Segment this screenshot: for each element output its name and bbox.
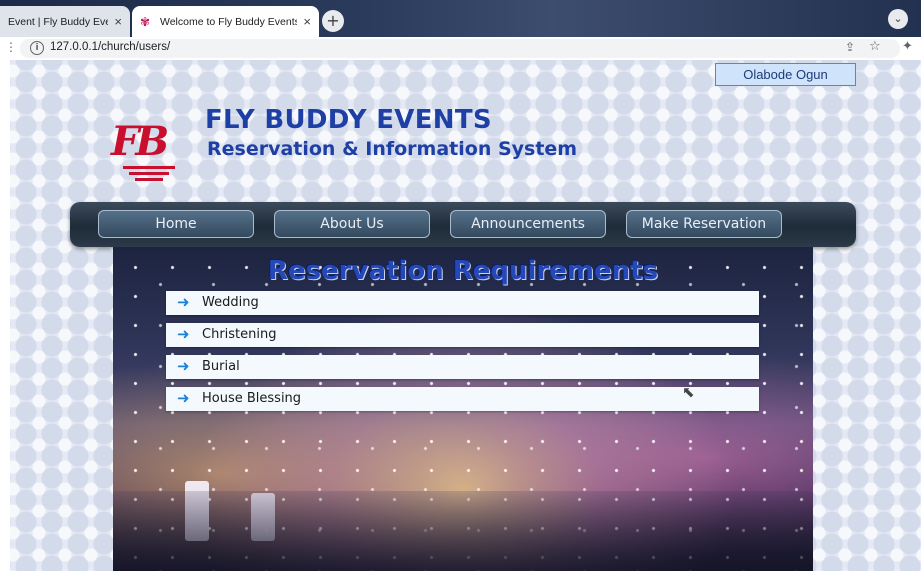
extensions-icon[interactable]: ✦ xyxy=(902,39,913,54)
menu-dots-icon[interactable]: ⋮ xyxy=(5,40,17,54)
site-title: FLY BUDDY EVENTS xyxy=(205,105,492,135)
requirement-item-wedding[interactable]: ➜ Wedding xyxy=(166,291,759,315)
content-title: Reservation Requirements xyxy=(267,256,659,286)
page-body: Olabode Ogun FB FLY BUDDY EVENTS Reserva… xyxy=(0,60,921,571)
tab-title: Welcome to Fly Buddy Events xyxy=(160,15,298,28)
user-name-box[interactable]: Olabode Ogun xyxy=(715,63,856,86)
url-text[interactable]: 127.0.0.1/church/users/ xyxy=(50,41,170,53)
share-icon[interactable]: ⇪ xyxy=(845,40,855,54)
mouse-cursor-icon: ⬉ xyxy=(682,383,695,401)
browser-tab-strip: Event | Fly Buddy Event × ✾ Welcome to F… xyxy=(0,0,921,37)
logo-stripe xyxy=(135,178,163,181)
close-icon[interactable]: × xyxy=(114,14,122,29)
requirement-item-christening[interactable]: ➜ Christening xyxy=(166,323,759,347)
nav-about-button[interactable]: About Us xyxy=(274,210,430,238)
close-icon[interactable]: × xyxy=(303,14,311,29)
main-nav: Home About Us Announcements Make Reserva… xyxy=(70,202,856,247)
nav-make-reservation-button[interactable]: Make Reservation xyxy=(626,210,782,238)
tab-title: Event | Fly Buddy Event xyxy=(8,15,109,28)
star-icon[interactable]: ☆ xyxy=(869,39,881,54)
requirement-label: House Blessing xyxy=(202,391,302,406)
logo-letters: FB xyxy=(111,118,169,165)
requirement-item-burial[interactable]: ➜ Burial xyxy=(166,355,759,379)
nav-home-button[interactable]: Home xyxy=(98,210,254,238)
requirement-label: Christening xyxy=(202,327,277,342)
site-subtitle: Reservation & Information System xyxy=(207,138,578,160)
requirement-label: Wedding xyxy=(202,295,259,310)
content-panel: Reservation Requirements ➜ Wedding ➜ Chr… xyxy=(113,247,813,571)
new-tab-icon[interactable]: + xyxy=(322,10,344,32)
requirement-label: Burial xyxy=(202,359,240,374)
requirement-item-house-blessing[interactable]: ➜ House Blessing xyxy=(166,387,759,411)
arrow-right-icon: ➜ xyxy=(177,293,190,311)
venue-floor xyxy=(113,491,813,571)
arrow-right-icon: ➜ xyxy=(177,357,190,375)
browser-tab-event[interactable]: Event | Fly Buddy Event × xyxy=(0,6,130,37)
arrow-right-icon: ➜ xyxy=(177,389,190,407)
favicon-icon: ✾ xyxy=(140,14,151,29)
logo-stripe xyxy=(129,172,169,175)
tab-search-icon[interactable]: ⌄ xyxy=(888,9,908,29)
info-icon[interactable]: i xyxy=(30,41,44,55)
browser-tab-welcome[interactable]: ✾ Welcome to Fly Buddy Events × xyxy=(132,6,319,37)
address-bar: ⋮ i 127.0.0.1/church/users/ ⇪ ☆ ✦ xyxy=(0,37,921,60)
nav-announcements-button[interactable]: Announcements xyxy=(450,210,606,238)
page-edge xyxy=(0,60,10,571)
arrow-right-icon: ➜ xyxy=(177,325,190,343)
logo-stripe xyxy=(123,166,175,169)
brand-logo[interactable]: FB xyxy=(111,118,185,190)
